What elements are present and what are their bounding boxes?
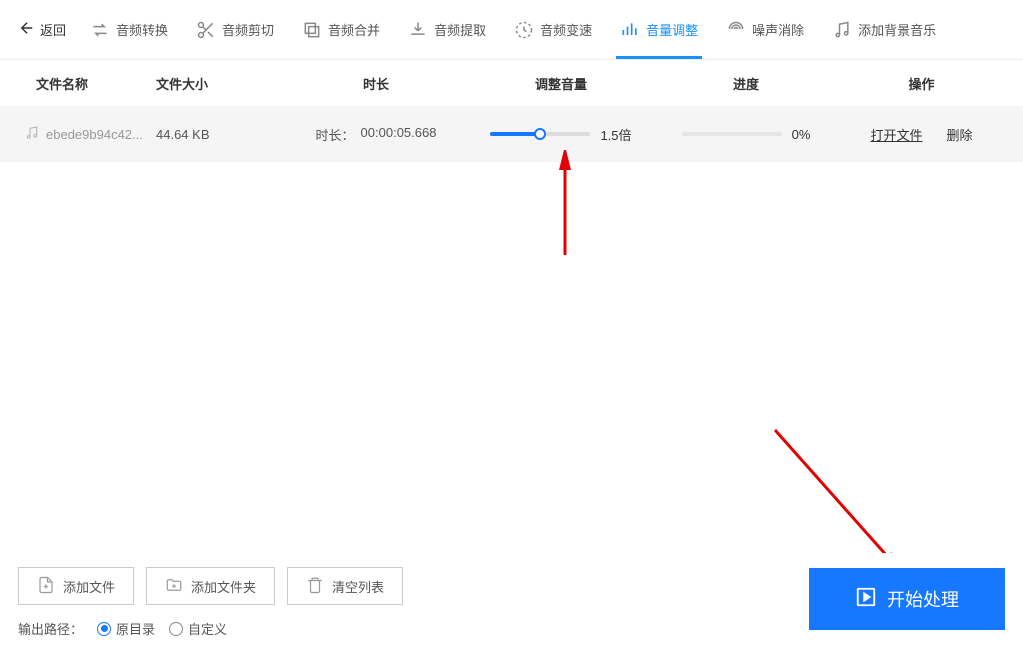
header-action: 操作	[836, 74, 1007, 93]
extract-icon	[408, 20, 428, 40]
start-label: 开始处理	[887, 586, 959, 612]
header-progress: 进度	[656, 74, 836, 93]
start-process-button[interactable]: 开始处理	[809, 568, 1005, 630]
volume-bars-icon	[620, 20, 640, 40]
clear-list-button[interactable]: 清空列表	[287, 567, 403, 605]
tab-label: 添加背景音乐	[858, 20, 936, 39]
radio-original-dir[interactable]: 原目录	[97, 619, 155, 638]
tab-label: 音频变速	[540, 20, 592, 39]
trash-icon	[306, 576, 324, 597]
radio-original-label: 原目录	[116, 619, 155, 638]
convert-icon	[90, 20, 110, 40]
scissors-icon	[196, 20, 216, 40]
add-folder-button[interactable]: 添加文件夹	[146, 567, 275, 605]
play-icon	[855, 586, 877, 613]
table-row: ebede9b94c42... 44.64 KB 时长： 00:00:05.66…	[0, 106, 1023, 162]
bottom-bar: 添加文件 添加文件夹 清空列表 输出路径： 原目录 自定义 开始处理	[0, 553, 1023, 648]
radio-custom-label: 自定义	[188, 619, 227, 638]
file-cell: ebede9b94c42...	[16, 125, 156, 144]
tab-label: 音量调整	[646, 20, 698, 39]
tab-audio-convert[interactable]: 音频转换	[76, 0, 182, 59]
radio-circle-icon	[97, 622, 111, 636]
tab-volume-adjust[interactable]: 音量调整	[606, 0, 712, 59]
volume-slider[interactable]	[490, 132, 590, 136]
progress-text: 0%	[792, 127, 811, 142]
tab-audio-merge[interactable]: 音频合并	[288, 0, 394, 59]
radio-custom-dir[interactable]: 自定义	[169, 619, 227, 638]
add-file-label: 添加文件	[63, 577, 115, 596]
merge-icon	[302, 20, 322, 40]
progress-bar	[682, 132, 782, 136]
tab-label: 音频剪切	[222, 20, 274, 39]
header-filename: 文件名称	[16, 74, 156, 93]
tab-label: 音频转换	[116, 20, 168, 39]
folder-add-icon	[165, 576, 183, 597]
open-file-button[interactable]: 打开文件	[870, 125, 922, 144]
tab-audio-cut[interactable]: 音频剪切	[182, 0, 288, 59]
duration-cell: 时长： 00:00:05.668	[286, 125, 466, 144]
header-size: 文件大小	[156, 74, 286, 93]
toolbar: 返回 音频转换 音频剪切 音频合并 音频提取 音频变速 音量调整	[0, 0, 1023, 60]
duration-label: 时长：	[316, 125, 355, 144]
arrow-left-icon	[18, 19, 36, 40]
noise-icon	[726, 20, 746, 40]
file-add-icon	[37, 576, 55, 597]
tab-label: 噪声消除	[752, 20, 804, 39]
progress-cell: 0%	[656, 127, 836, 142]
filename-text: ebede9b94c42...	[46, 127, 143, 142]
tab-label: 音频合并	[328, 20, 380, 39]
tab-label: 音频提取	[434, 20, 486, 39]
back-button[interactable]: 返回	[8, 19, 76, 40]
slider-fill	[490, 132, 540, 136]
tab-audio-extract[interactable]: 音频提取	[394, 0, 500, 59]
annotation-arrow-icon	[545, 150, 585, 260]
volume-text: 1.5倍	[600, 125, 631, 144]
header-volume: 调整音量	[466, 74, 656, 93]
header-duration: 时长	[286, 74, 466, 93]
slider-thumb[interactable]	[534, 128, 546, 140]
volume-cell: 1.5倍	[466, 125, 656, 144]
speed-icon	[514, 20, 534, 40]
add-file-button[interactable]: 添加文件	[18, 567, 134, 605]
radio-circle-icon	[169, 622, 183, 636]
table-header: 文件名称 文件大小 时长 调整音量 进度 操作	[0, 60, 1023, 106]
back-label: 返回	[40, 20, 66, 39]
tab-audio-speed[interactable]: 音频变速	[500, 0, 606, 59]
add-folder-label: 添加文件夹	[191, 577, 256, 596]
tab-bg-music[interactable]: 添加背景音乐	[818, 0, 950, 59]
duration-value: 00:00:05.668	[361, 125, 437, 144]
clear-list-label: 清空列表	[332, 577, 384, 596]
filesize-text: 44.64 KB	[156, 127, 286, 142]
output-path-label: 输出路径：	[18, 619, 83, 638]
music-icon	[832, 20, 852, 40]
audio-file-icon	[24, 125, 40, 144]
action-cell: 打开文件 删除	[836, 125, 1007, 144]
delete-button[interactable]: 删除	[947, 125, 973, 144]
tab-noise-remove[interactable]: 噪声消除	[712, 0, 818, 59]
